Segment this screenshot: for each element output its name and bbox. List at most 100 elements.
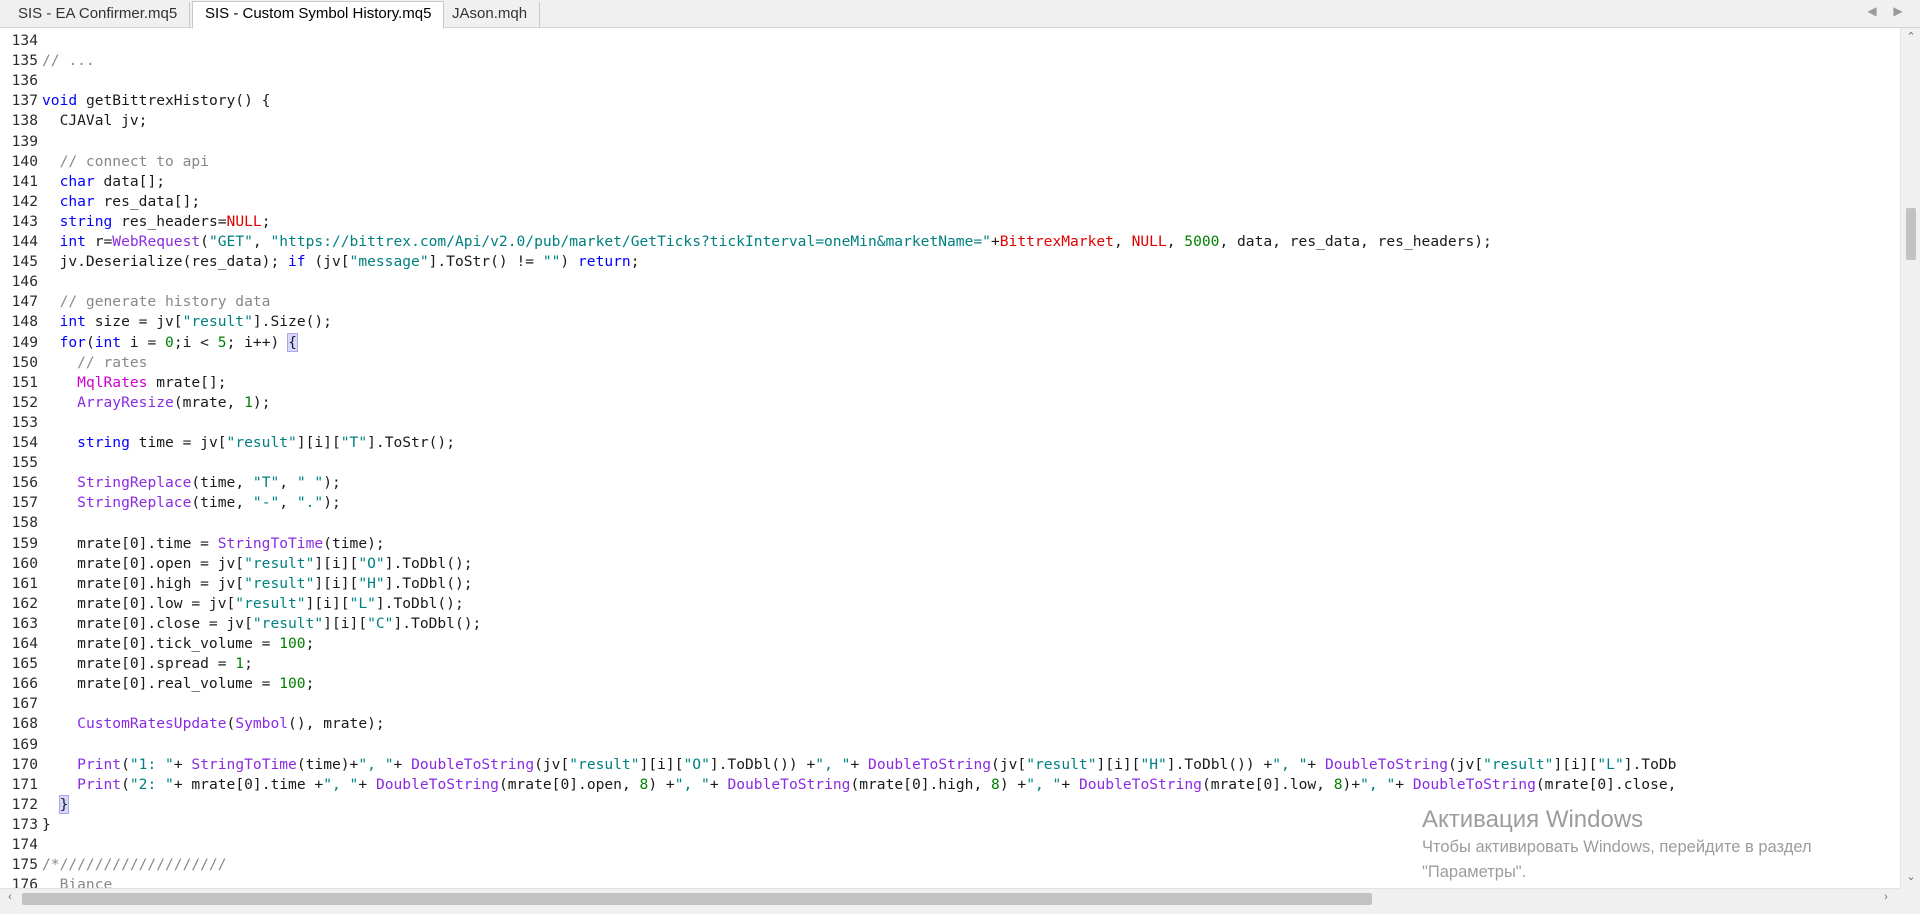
code-line[interactable]: 160 mrate[0].open = jv["result"][i]["O"]… bbox=[0, 554, 1900, 574]
code-line[interactable]: 164 mrate[0].tick_volume = 100; bbox=[0, 634, 1900, 654]
code-text[interactable]: jv.Deserialize(res_data); if (jv["messag… bbox=[42, 252, 640, 272]
code-token: char bbox=[59, 172, 95, 190]
code-line[interactable]: 138 CJAVal jv; bbox=[0, 111, 1900, 131]
code-text[interactable]: /*/////////////////// bbox=[42, 855, 227, 875]
code-token: "result" bbox=[182, 313, 253, 331]
code-line[interactable]: 168 CustomRatesUpdate(Symbol(), mrate); bbox=[0, 714, 1900, 734]
code-editor[interactable]: 134 135// ... 136 137 void getBittrexHistory… bbox=[0, 28, 1900, 888]
horizontal-scroll-thumb[interactable] bbox=[22, 893, 1372, 905]
code-token: ].Size(); bbox=[252, 313, 332, 331]
horizontal-scrollbar[interactable]: ‹ › bbox=[0, 888, 1900, 908]
code-line[interactable]: 176 Biance bbox=[0, 875, 1900, 888]
code-text[interactable]: // ... bbox=[42, 51, 95, 71]
code-line[interactable]: 150 // rates bbox=[0, 353, 1900, 373]
code-line[interactable]: 155 bbox=[0, 453, 1900, 473]
code-text[interactable]: CustomRatesUpdate(Symbol(), mrate); bbox=[42, 714, 385, 734]
code-line[interactable]: 137 void getBittrexHistory() { bbox=[0, 91, 1900, 111]
code-line[interactable]: 172 } bbox=[0, 794, 1900, 815]
code-text[interactable]: StringReplace(time, "T", " "); bbox=[42, 473, 341, 493]
chevron-right-icon[interactable]: ▶ bbox=[1890, 4, 1906, 18]
code-line[interactable]: 175/*/////////////////// bbox=[0, 855, 1900, 875]
code-line[interactable]: 156 StringReplace(time, "T", " "); bbox=[0, 473, 1900, 493]
code-text[interactable]: // connect to api bbox=[42, 152, 209, 172]
code-text[interactable]: // generate history data bbox=[42, 292, 271, 312]
code-text[interactable]: mrate[0].tick_volume = 100; bbox=[42, 634, 314, 654]
code-line[interactable]: 166 mrate[0].real_volume = 100; bbox=[0, 674, 1900, 694]
code-text[interactable]: MqlRates mrate[]; bbox=[42, 373, 226, 393]
code-text[interactable]: } bbox=[42, 794, 70, 815]
code-token: "1: " bbox=[129, 755, 174, 773]
code-token: mrate[0].spread = bbox=[42, 655, 236, 673]
code-line[interactable]: 142 char res_data[]; bbox=[0, 192, 1900, 212]
code-line[interactable]: 165 mrate[0].spread = 1; bbox=[0, 654, 1900, 674]
vertical-scrollbar[interactable]: ⌃ ⌄ bbox=[1900, 28, 1920, 890]
code-line[interactable]: 158 bbox=[0, 513, 1900, 533]
code-line[interactable]: 167 bbox=[0, 694, 1900, 714]
code-text[interactable]: mrate[0].open = jv["result"][i]["O"].ToD… bbox=[42, 554, 472, 574]
code-line[interactable]: 174 bbox=[0, 835, 1900, 855]
code-line[interactable]: 147 // generate history data bbox=[0, 292, 1900, 312]
code-text[interactable]: int size = jv["result"].Size(); bbox=[42, 312, 332, 332]
code-text[interactable]: mrate[0].close = jv["result"][i]["C"].To… bbox=[42, 614, 481, 634]
code-line[interactable]: 153 bbox=[0, 413, 1900, 433]
line-number: 157 bbox=[11, 494, 38, 512]
code-text[interactable]: Biance bbox=[42, 875, 113, 888]
code-text[interactable]: void getBittrexHistory() { bbox=[42, 91, 270, 111]
code-line[interactable]: 152 ArrayResize(mrate, 1); bbox=[0, 393, 1900, 413]
code-line[interactable]: 146 bbox=[0, 272, 1900, 292]
code-text[interactable]: string res_headers=NULL; bbox=[42, 212, 271, 232]
code-line[interactable]: 149 for(int i = 0;i < 5; i++) { bbox=[0, 332, 1900, 353]
code-line[interactable]: 162 mrate[0].low = jv["result"][i]["L"].… bbox=[0, 594, 1900, 614]
code-line[interactable]: 134 bbox=[0, 31, 1900, 51]
code-line[interactable]: 151 MqlRates mrate[]; bbox=[0, 373, 1900, 393]
code-line[interactable]: 141 char data[]; bbox=[0, 172, 1900, 192]
code-line[interactable]: 143 string res_headers=NULL; bbox=[0, 212, 1900, 232]
tab-custom-symbol-history[interactable]: SIS - Custom Symbol History.mq5 bbox=[192, 1, 445, 29]
code-text[interactable]: for(int i = 0;i < 5; i++) { bbox=[42, 332, 298, 353]
code-text[interactable]: int r=WebRequest("GET", "https://bittrex… bbox=[42, 232, 1492, 252]
code-line[interactable]: 135// ... bbox=[0, 51, 1900, 71]
chevron-left-icon[interactable]: ◀ bbox=[1864, 4, 1880, 18]
code-text[interactable]: // rates bbox=[42, 353, 147, 373]
code-line[interactable]: 161 mrate[0].high = jv["result"][i]["H"]… bbox=[0, 574, 1900, 594]
code-line[interactable]: 157 StringReplace(time, "-", "."); bbox=[0, 493, 1900, 513]
code-text[interactable]: mrate[0].low = jv["result"][i]["L"].ToDb… bbox=[42, 594, 464, 614]
code-text[interactable]: mrate[0].high = jv["result"][i]["H"].ToD… bbox=[42, 574, 472, 594]
arrow-right-icon[interactable]: › bbox=[1876, 891, 1896, 903]
arrow-down-icon[interactable]: ⌄ bbox=[1901, 870, 1920, 883]
arrow-left-icon[interactable]: ‹ bbox=[0, 891, 20, 903]
code-text[interactable]: Print("2: "+ mrate[0].time +", "+ Double… bbox=[42, 775, 1676, 795]
code-text[interactable]: CJAVal jv; bbox=[42, 111, 148, 131]
vertical-scroll-thumb[interactable] bbox=[1906, 208, 1916, 260]
code-line[interactable]: 139 bbox=[0, 132, 1900, 152]
code-text[interactable]: } bbox=[42, 815, 51, 835]
code-line[interactable]: 144 int r=WebRequest("GET", "https://bit… bbox=[0, 232, 1900, 252]
code-line[interactable]: 136 bbox=[0, 71, 1900, 91]
code-line[interactable]: 163 mrate[0].close = jv["result"][i]["C"… bbox=[0, 614, 1900, 634]
code-text[interactable]: StringReplace(time, "-", "."); bbox=[42, 493, 341, 513]
tab-ea-confirmer[interactable]: SIS - EA Confirmer.mq5 bbox=[6, 2, 191, 28]
code-text[interactable]: char res_data[]; bbox=[42, 192, 201, 212]
code-token: "L" bbox=[349, 594, 376, 612]
code-line[interactable]: 154 string time = jv["result"][i]["T"].T… bbox=[0, 433, 1900, 453]
code-line[interactable]: 169 bbox=[0, 735, 1900, 755]
code-text[interactable]: char data[]; bbox=[42, 172, 165, 192]
code-line[interactable]: 173} bbox=[0, 815, 1900, 835]
code-text[interactable]: string time = jv["result"][i]["T"].ToStr… bbox=[42, 433, 455, 453]
code-line[interactable]: 140 // connect to api bbox=[0, 152, 1900, 172]
code-text[interactable]: mrate[0].time = StringToTime(time); bbox=[42, 534, 385, 554]
code-token: int bbox=[59, 313, 86, 331]
code-line[interactable]: 170 Print("1: "+ StringToTime(time)+", "… bbox=[0, 755, 1900, 775]
code-text[interactable]: mrate[0].real_volume = 100; bbox=[42, 674, 314, 694]
line-number: 144 bbox=[11, 233, 38, 250]
arrow-up-icon[interactable]: ⌃ bbox=[1901, 30, 1920, 43]
code-text[interactable]: Print("1: "+ StringToTime(time)+", "+ Do… bbox=[42, 755, 1676, 775]
code-text[interactable]: ArrayResize(mrate, 1); bbox=[42, 393, 270, 413]
code-text[interactable]: mrate[0].spread = 1; bbox=[42, 654, 253, 674]
code-line[interactable]: 145 jv.Deserialize(res_data); if (jv["me… bbox=[0, 252, 1900, 272]
tab-jason[interactable]: JAson.mqh bbox=[440, 2, 541, 28]
code-line[interactable]: 148 int size = jv["result"].Size(); bbox=[0, 312, 1900, 332]
code-line[interactable]: 171 Print("2: "+ mrate[0].time +", "+ Do… bbox=[0, 775, 1900, 795]
code-line[interactable]: 159 mrate[0].time = StringToTime(time); bbox=[0, 534, 1900, 554]
